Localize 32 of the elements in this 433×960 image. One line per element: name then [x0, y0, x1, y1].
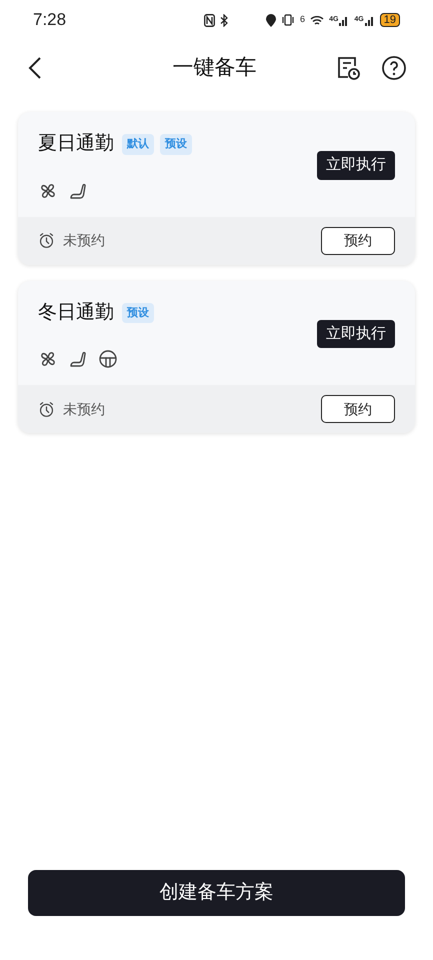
tag-badge: 预设: [122, 302, 154, 323]
schedule-button[interactable]: 预约: [321, 226, 395, 254]
seat-icon: [68, 349, 88, 369]
alarm-clock-icon: [38, 400, 55, 418]
wifi-generation-label: 6: [300, 13, 306, 26]
signal-icon: [364, 14, 375, 26]
status-time: 7:28: [33, 9, 66, 32]
nfc-icon: [204, 14, 216, 26]
plan-name: 夏日通勤: [38, 132, 114, 156]
schedule-button[interactable]: 预约: [321, 395, 395, 423]
plan-card[interactable]: 夏日通勤 默认 预设 立即执行 未预约 预约: [18, 112, 415, 264]
help-icon[interactable]: [381, 55, 407, 81]
tag-badge: 默认: [122, 134, 154, 154]
signal-icon: [339, 14, 350, 26]
battery-level: 19: [380, 13, 400, 27]
run-now-button[interactable]: 立即执行: [317, 151, 395, 180]
alarm-clock-icon: [38, 232, 55, 249]
page-title: 一键备车: [172, 55, 256, 82]
wifi-icon: [310, 14, 324, 26]
create-plan-button[interactable]: 创建备车方案: [28, 870, 405, 916]
plan-card[interactable]: 冬日通勤 预设 立即执行 未预约 预约: [18, 280, 415, 433]
bluetooth-icon: [220, 14, 228, 26]
tag-badge: 预设: [160, 134, 192, 154]
run-now-button[interactable]: 立即执行: [317, 320, 395, 348]
location-icon: [266, 14, 276, 26]
schedule-status: 未预约: [63, 400, 106, 418]
calendar-clock-icon[interactable]: [335, 55, 361, 81]
vibrate-icon: [281, 14, 296, 26]
schedule-status: 未预约: [63, 231, 106, 250]
fan-icon: [38, 349, 58, 369]
steering-wheel-icon: [98, 349, 118, 369]
plan-name: 冬日通勤: [38, 300, 114, 324]
